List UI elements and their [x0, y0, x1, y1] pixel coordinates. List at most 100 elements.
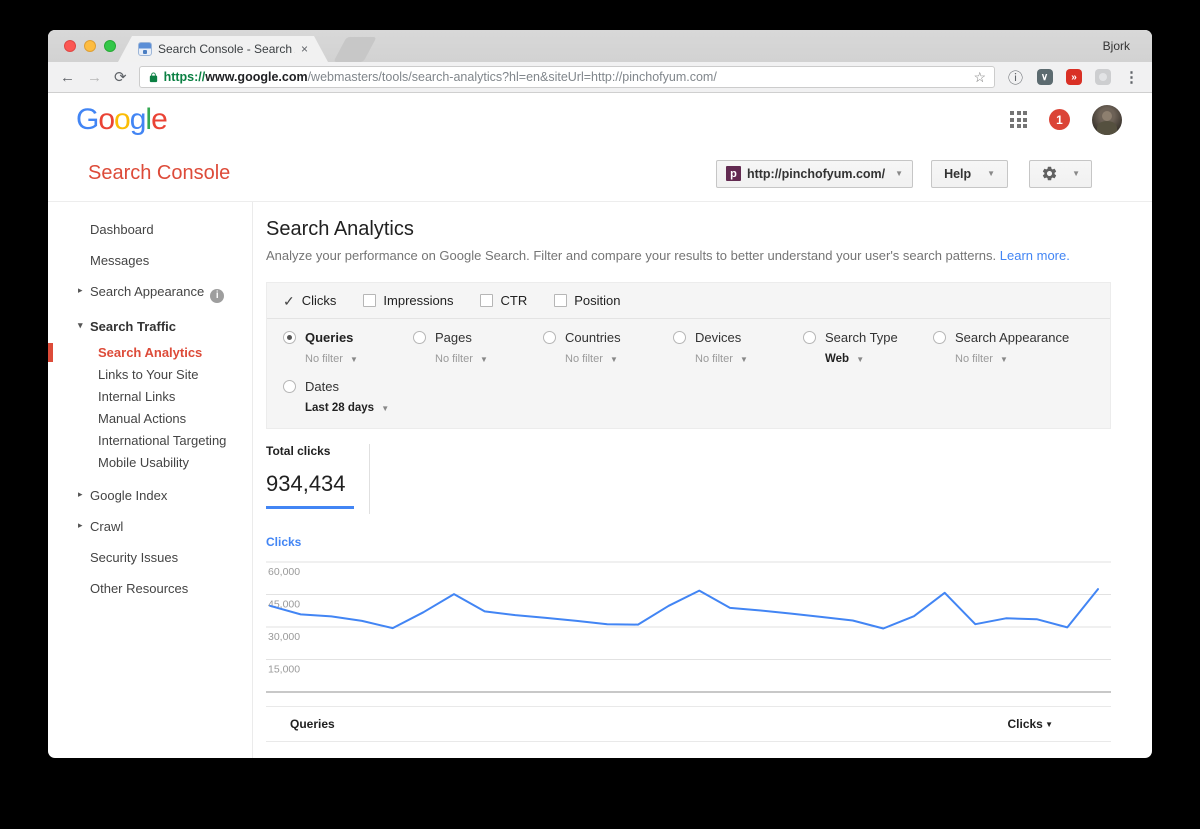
minimize-window-button[interactable]	[84, 40, 96, 52]
zoom-window-button[interactable]	[104, 40, 116, 52]
countries-filter-dropdown[interactable]: No filter ▼	[565, 353, 673, 365]
collapsed-arrow-icon: ▸	[78, 489, 83, 500]
tab-favicon-icon	[138, 42, 152, 56]
radio-selected-icon[interactable]	[283, 331, 296, 344]
tab-title: Search Console - Search Analy	[158, 42, 295, 56]
checkmark-icon: ✓	[283, 294, 295, 308]
main-content: Search Analytics Analyze your performanc…	[253, 202, 1152, 758]
sidebar-item-security-issues[interactable]: Security Issues	[48, 542, 252, 573]
metric-position[interactable]: Position	[554, 293, 620, 308]
url-host: www.google.com	[205, 70, 307, 84]
reload-icon[interactable]: ⟳	[114, 70, 127, 85]
metric-impressions[interactable]: Impressions	[363, 293, 453, 308]
total-clicks-card[interactable]: Total clicks 934,434	[266, 444, 366, 514]
new-tab-button[interactable]	[333, 37, 376, 62]
radio-icon[interactable]	[283, 380, 296, 393]
sidebar-item-manual-actions[interactable]: Manual Actions	[48, 408, 252, 430]
google-logo[interactable]: Google	[76, 103, 167, 137]
dimension-pages: Pages No filter ▼	[413, 330, 543, 365]
sidebar-item-internal-links[interactable]: Internal Links	[48, 386, 252, 408]
browser-menu-icon[interactable]: ⋮	[1123, 69, 1140, 86]
queries-filter-dropdown[interactable]: No filter ▼	[305, 353, 413, 365]
page-title: Search Analytics	[266, 217, 1111, 241]
radio-icon[interactable]	[673, 331, 686, 344]
dimension-queries: Queries No filter ▼	[283, 330, 413, 365]
checkbox-icon[interactable]	[554, 294, 567, 307]
logo-letter: o	[114, 103, 130, 136]
pocket-extension-icon[interactable]: ∨	[1037, 69, 1053, 85]
metric-ctr[interactable]: CTR	[480, 293, 527, 308]
browser-window: Search Console - Search Analy × Bjork ← …	[48, 30, 1152, 758]
active-metric-underline	[266, 506, 354, 509]
clicks-column-header[interactable]: Clicks ▼	[1008, 717, 1054, 731]
sidebar-item-dashboard[interactable]: Dashboard	[48, 214, 252, 245]
clicks-chart: 15,00030,00045,00060,000	[266, 552, 1111, 702]
chevron-down-icon: ▼	[1000, 355, 1008, 364]
checkbox-icon[interactable]	[480, 294, 493, 307]
pages-filter-dropdown[interactable]: No filter ▼	[435, 353, 543, 365]
sidebar: Dashboard Messages ▸Search Appearancei ▾…	[48, 202, 253, 758]
url-bar[interactable]: https://www.google.com/webmasters/tools/…	[139, 66, 995, 88]
devices-filter-dropdown[interactable]: No filter ▼	[695, 353, 803, 365]
chevron-down-icon: ▼	[381, 404, 389, 413]
dates-filter-dropdown[interactable]: Last 28 days ▼	[305, 402, 413, 414]
collapsed-arrow-icon: ▸	[78, 285, 83, 296]
svg-text:30,000: 30,000	[268, 631, 300, 643]
forward-icon[interactable]: →	[87, 70, 102, 85]
search-appearance-filter-dropdown[interactable]: No filter ▼	[955, 353, 1069, 365]
sidebar-item-search-appearance[interactable]: ▸Search Appearancei	[48, 276, 252, 311]
radio-icon[interactable]	[413, 331, 426, 344]
chevron-down-icon: ▼	[987, 169, 995, 178]
disabled-extension-icon[interactable]	[1095, 69, 1111, 85]
account-avatar[interactable]	[1092, 105, 1122, 135]
window-controls[interactable]	[64, 40, 116, 52]
sidebar-item-search-analytics[interactable]: Search Analytics	[48, 342, 252, 364]
info-icon[interactable]: i	[210, 289, 224, 303]
back-icon[interactable]: ←	[60, 70, 75, 85]
chevron-down-icon: ▼	[895, 169, 903, 178]
learn-more-link[interactable]: Learn more.	[1000, 248, 1070, 263]
queries-column-header[interactable]: Queries	[290, 717, 335, 731]
bookmark-star-icon[interactable]: ☆	[973, 69, 986, 86]
divider	[369, 444, 370, 514]
sidebar-item-other-resources[interactable]: Other Resources	[48, 573, 252, 604]
tab-close-icon[interactable]: ×	[301, 42, 308, 56]
sidebar-item-messages[interactable]: Messages	[48, 245, 252, 276]
radio-icon[interactable]	[933, 331, 946, 344]
radio-icon[interactable]	[543, 331, 556, 344]
extension-icon[interactable]: »	[1066, 69, 1082, 85]
sidebar-item-mobile-usability[interactable]: Mobile Usability	[48, 452, 252, 474]
selected-indicator	[48, 343, 53, 362]
property-selector[interactable]: p http://pinchofyum.com/ ▼	[716, 160, 913, 188]
settings-button[interactable]: ▼	[1029, 160, 1092, 188]
metric-clicks[interactable]: ✓Clicks	[283, 293, 336, 308]
search-type-filter-dropdown[interactable]: Web ▼	[825, 353, 933, 365]
checkbox-icon[interactable]	[363, 294, 376, 307]
sidebar-item-search-traffic[interactable]: ▾Search Traffic	[48, 311, 252, 342]
svg-text:45,000: 45,000	[268, 599, 300, 611]
google-bar: Google 1	[48, 93, 1152, 146]
sidebar-item-international-targeting[interactable]: International Targeting	[48, 430, 252, 452]
chart-series-label: Clicks	[266, 535, 1111, 549]
page-description: Analyze your performance on Google Searc…	[266, 248, 1111, 263]
notification-badge[interactable]: 1	[1049, 109, 1070, 130]
close-window-button[interactable]	[64, 40, 76, 52]
sidebar-item-google-index[interactable]: ▸Google Index	[48, 480, 252, 511]
browser-tab[interactable]: Search Console - Search Analy ×	[118, 36, 328, 62]
chevron-down-icon: ▼	[610, 355, 618, 364]
gear-icon	[1041, 165, 1058, 182]
dimension-search-appearance: Search Appearance No filter ▼	[933, 330, 1069, 365]
help-button[interactable]: Help ▼	[931, 160, 1008, 188]
page-info-icon[interactable]: ⓘ	[1007, 69, 1024, 86]
sidebar-item-crawl[interactable]: ▸Crawl	[48, 511, 252, 542]
dimension-dates: Dates Last 28 days ▼	[283, 379, 413, 414]
apps-grid-icon[interactable]	[1010, 111, 1027, 128]
radio-icon[interactable]	[803, 331, 816, 344]
browser-profile-name[interactable]: Bjork	[1103, 39, 1130, 53]
url-path: /webmasters/tools/search-analytics?hl=en…	[308, 70, 717, 84]
help-label: Help	[944, 167, 971, 181]
chevron-down-icon: ▼	[856, 355, 864, 364]
sidebar-item-links-to-your-site[interactable]: Links to Your Site	[48, 364, 252, 386]
results-table-header: Queries Clicks ▼	[266, 706, 1111, 742]
filter-panel: ✓Clicks Impressions CTR Position Queries…	[266, 282, 1111, 429]
